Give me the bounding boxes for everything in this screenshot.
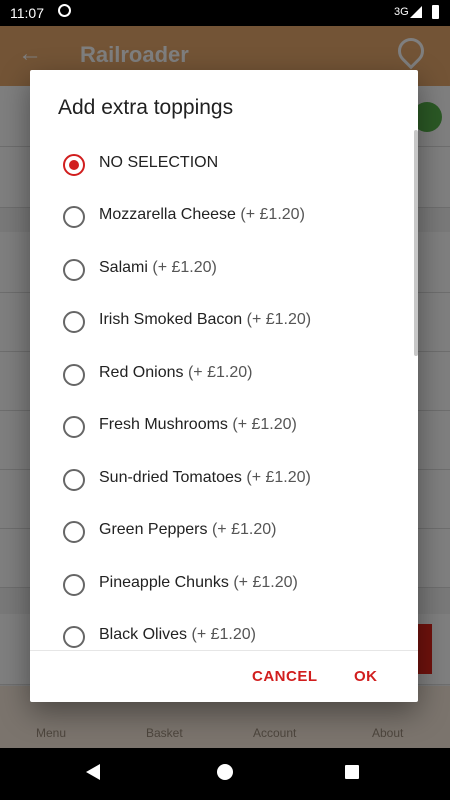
option-label: Salami (+ £1.20) <box>99 259 217 277</box>
option-label: Mozzarella Cheese (+ £1.20) <box>99 206 305 224</box>
radio-icon[interactable] <box>63 206 85 228</box>
radio-icon[interactable] <box>63 626 85 648</box>
option-label: Fresh Mushrooms (+ £1.20) <box>99 416 297 434</box>
option-green-peppers[interactable]: Green Peppers (+ £1.20) <box>30 507 418 559</box>
option-price: (+ £1.20) <box>152 259 217 276</box>
radio-icon[interactable] <box>63 521 85 543</box>
option-price: (+ £1.20) <box>233 574 298 591</box>
radio-icon[interactable] <box>63 469 85 491</box>
option-mozzarella-cheese[interactable]: Mozzarella Cheese (+ £1.20) <box>30 192 418 244</box>
option-red-onions[interactable]: Red Onions (+ £1.20) <box>30 350 418 402</box>
option-price: (+ £1.20) <box>246 469 311 486</box>
option-sun-dried-tomatoes[interactable]: Sun-dried Tomatoes (+ £1.20) <box>30 455 418 507</box>
option-label: Irish Smoked Bacon (+ £1.20) <box>99 311 311 329</box>
option-label: Green Peppers (+ £1.20) <box>99 521 276 539</box>
option-label: Red Onions (+ £1.20) <box>99 364 252 382</box>
option-name: Fresh Mushrooms <box>99 416 228 433</box>
option-name: Salami <box>99 259 148 276</box>
option-price: (+ £1.20) <box>232 416 297 433</box>
option-price: (+ £1.20) <box>187 364 253 381</box>
back-triangle-icon[interactable] <box>86 764 100 780</box>
status-time: 11:07 <box>10 5 44 21</box>
option-black-olives[interactable]: Black Olives (+ £1.20) <box>30 612 418 664</box>
dialog-title: Add extra toppings <box>58 96 234 119</box>
option-label: Black Olives (+ £1.20) <box>99 626 256 644</box>
radio-checked-icon[interactable] <box>63 154 85 176</box>
option-name: Red Onions <box>99 364 184 381</box>
status-bar: 11:07 3G <box>0 0 450 26</box>
option-irish-smoked-bacon[interactable]: Irish Smoked Bacon (+ £1.20) <box>30 297 418 349</box>
option-name: Sun-dried Tomatoes <box>99 469 242 486</box>
cancel-button[interactable]: CANCEL <box>252 668 318 685</box>
radio-icon[interactable] <box>63 259 85 281</box>
option-name: Irish Smoked Bacon <box>99 311 243 328</box>
battery-icon <box>432 5 439 19</box>
radio-icon[interactable] <box>63 311 85 333</box>
option-label: Pineapple Chunks (+ £1.20) <box>99 574 298 592</box>
option-price: (+ £1.20) <box>191 626 256 643</box>
options-list: NO SELECTION Mozzarella Cheese (+ £1.20)… <box>30 140 418 720</box>
home-circle-icon[interactable] <box>217 764 233 780</box>
radio-icon[interactable] <box>63 574 85 596</box>
signal-icon <box>410 6 422 18</box>
at-sign-icon <box>58 4 71 17</box>
option-salami[interactable]: Salami (+ £1.20) <box>30 245 418 297</box>
option-price: (+ £1.20) <box>246 311 312 328</box>
ok-button[interactable]: OK <box>354 668 378 685</box>
dialog-divider <box>30 650 418 651</box>
option-label: NO SELECTION <box>99 154 219 171</box>
option-name: Mozzarella Cheese <box>99 206 236 223</box>
option-name: Pineapple Chunks <box>99 574 229 591</box>
option-pineapple-chunks[interactable]: Pineapple Chunks (+ £1.20) <box>30 560 418 612</box>
option-fresh-mushrooms[interactable]: Fresh Mushrooms (+ £1.20) <box>30 402 418 454</box>
scrollbar[interactable] <box>414 130 418 356</box>
option-price: (+ £1.20) <box>211 521 277 538</box>
network-type: 3G <box>394 6 409 18</box>
recents-square-icon[interactable] <box>345 765 359 779</box>
toppings-dialog: Add extra toppings NO SELECTION Mozzarel… <box>30 70 418 702</box>
option-name: Black Olives <box>99 626 188 643</box>
system-nav-bar <box>0 748 450 800</box>
radio-icon[interactable] <box>63 416 85 438</box>
option-no-selection[interactable]: NO SELECTION <box>30 140 418 192</box>
radio-icon[interactable] <box>63 364 85 386</box>
option-label: Sun-dried Tomatoes (+ £1.20) <box>99 469 311 487</box>
option-name: Green Peppers <box>99 521 208 538</box>
option-price: (+ £1.20) <box>240 206 305 223</box>
